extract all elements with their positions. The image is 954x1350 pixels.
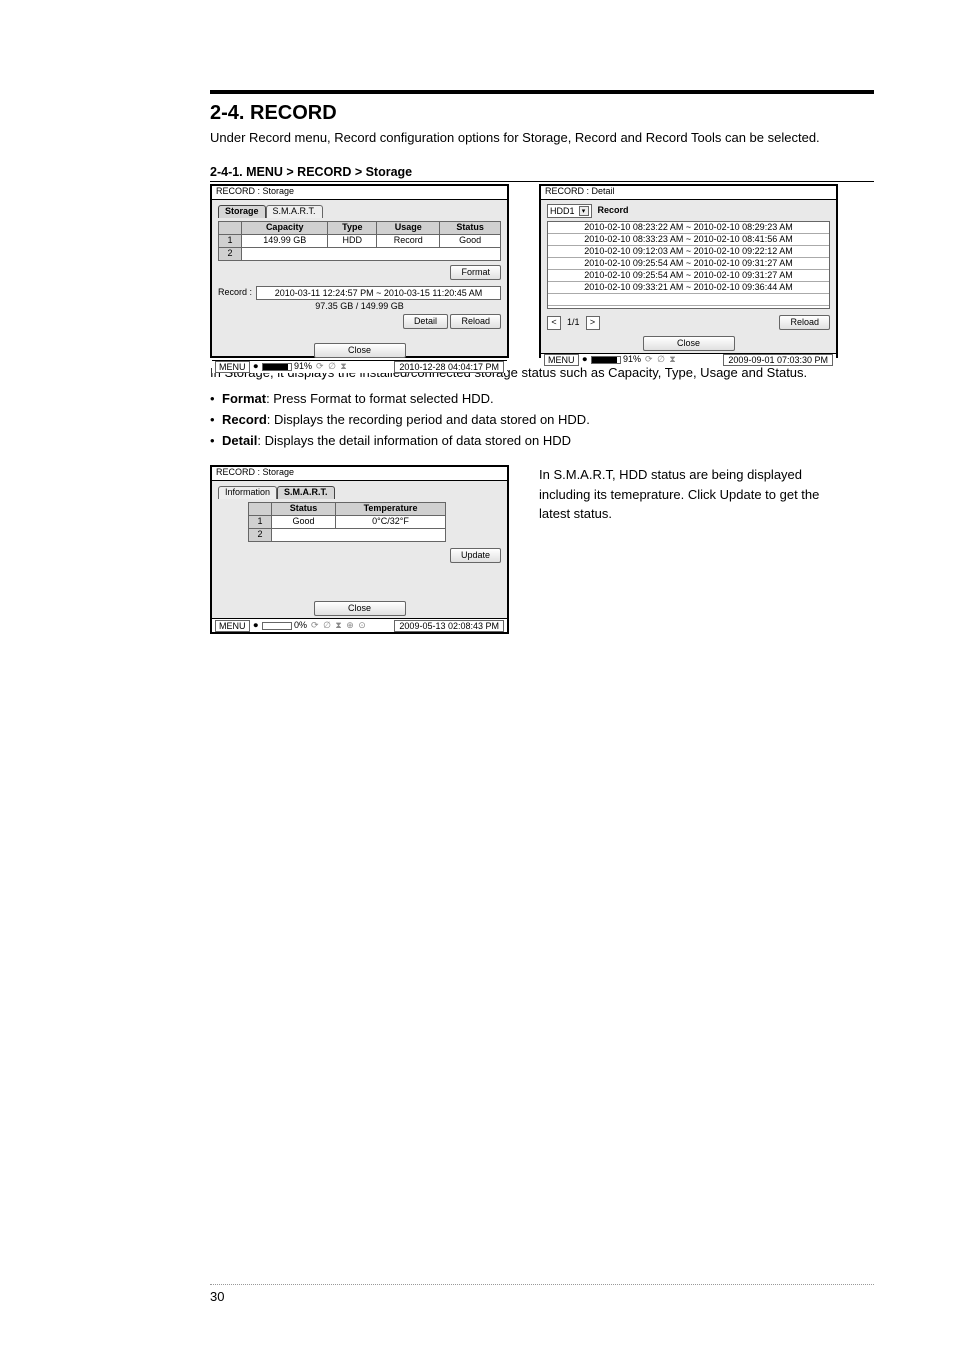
record-size: 97.35 GB / 149.99 GB	[218, 302, 501, 312]
format-button[interactable]: Format	[450, 265, 501, 280]
detail-button[interactable]: Detail	[403, 314, 448, 329]
table-row[interactable]: 1 Good 0°C/32°F	[249, 516, 446, 529]
table-row[interactable]: 2	[249, 529, 446, 542]
list-item[interactable]: 2010-02-10 08:23:22 AM ~ 2010-02-10 08:2…	[548, 222, 829, 234]
list-item: Record: Displays the recording period an…	[210, 410, 874, 431]
intro-text: Under Record menu, Record configuration …	[210, 129, 874, 147]
page-indicator: 1/1	[567, 318, 580, 328]
cell-empty	[242, 247, 501, 260]
status-time: 2009-09-01 07:03:30 PM	[723, 354, 833, 366]
status-icons: ⟳ ∅ ⧗ ⊕ ⊙	[311, 621, 367, 631]
col-usage: Usage	[377, 222, 440, 235]
pager-next-button[interactable]: >	[586, 316, 600, 330]
cell-status: Good	[440, 234, 501, 247]
list-item[interactable]: 2010-02-10 09:33:21 AM ~ 2010-02-10 09:3…	[548, 282, 829, 294]
menu-button[interactable]: MENU	[544, 354, 579, 366]
cell-rownum: 1	[219, 234, 242, 247]
status-time: 2009-05-13 02:08:43 PM	[394, 620, 504, 632]
cell-usage: Record	[377, 234, 440, 247]
cell-capacity: 149.99 GB	[242, 234, 328, 247]
dialog-title: RECORD : Storage	[212, 186, 507, 200]
close-button[interactable]: Close	[314, 601, 406, 616]
record-period-box: 2010-03-11 12:24:57 PM ~ 2010-03-15 11:2…	[256, 286, 501, 300]
sub-heading: 2-4-1. MENU > RECORD > Storage	[210, 165, 874, 182]
record-label: Record :	[218, 288, 252, 298]
dialog-storage: RECORD : Storage Storage S.M.A.R.T. Capa…	[210, 184, 509, 358]
reload-button[interactable]: Reload	[779, 315, 830, 330]
dialog-title: RECORD : Storage	[212, 467, 507, 481]
status-bar: MENU ⏺ 91% ⟳ ∅ ⧗ 2009-09-01 07:03:30 PM	[541, 353, 836, 366]
status-icons: ⟳ ∅ ⧗	[645, 355, 677, 365]
cell-rownum: 2	[219, 247, 242, 260]
status-bar: MENU ⏺ 0% ⟳ ∅ ⧗ ⊕ ⊙ 2009-05-13 02:08:43 …	[212, 618, 507, 632]
status-pct: 0%	[262, 621, 307, 631]
hdd-select[interactable]: HDD1 ▾	[547, 204, 592, 218]
tabs: Information S.M.A.R.T.	[218, 485, 501, 499]
list-item: Format: Press Format to format selected …	[210, 389, 874, 410]
status-bar: MENU ⏺ 91% ⟳ ∅ ⧗ 2010-12-28 04:04:17 PM	[212, 360, 507, 373]
menu-button[interactable]: MENU	[215, 361, 250, 373]
list-item	[548, 294, 829, 306]
col-status: Status	[272, 503, 336, 516]
record-detail-list: 2010-02-10 08:23:22 AM ~ 2010-02-10 08:2…	[547, 221, 830, 309]
menu-button[interactable]: MENU	[215, 620, 250, 632]
pager-prev-button[interactable]: <	[547, 316, 561, 330]
cell-status: Good	[272, 516, 336, 529]
tab-smart[interactable]: S.M.A.R.T.	[277, 486, 335, 499]
cell-rownum: 1	[249, 516, 272, 529]
close-button[interactable]: Close	[643, 336, 735, 351]
list-item[interactable]: 2010-02-10 08:33:23 AM ~ 2010-02-10 08:4…	[548, 234, 829, 246]
record-icon: ⏺	[254, 362, 259, 372]
table-row[interactable]: 2	[219, 247, 501, 260]
table-row[interactable]: 1 149.99 GB HDD Record Good	[219, 234, 501, 247]
col-status: Status	[440, 222, 501, 235]
col-type: Type	[328, 222, 377, 235]
list-item[interactable]: 2010-02-10 09:12:03 AM ~ 2010-02-10 09:2…	[548, 246, 829, 258]
dialog-smart: RECORD : Storage Information S.M.A.R.T. …	[210, 465, 509, 634]
tabs: Storage S.M.A.R.T.	[218, 204, 501, 218]
storage-table: Capacity Type Usage Status 1 149.99 GB H…	[218, 221, 501, 261]
status-time: 2010-12-28 04:04:17 PM	[394, 361, 504, 373]
tab-storage[interactable]: Storage	[218, 205, 266, 218]
tab-smart[interactable]: S.M.A.R.T.	[266, 205, 323, 218]
page-number: 30	[210, 1284, 874, 1304]
status-pct: 91%	[591, 355, 641, 365]
col-rownum	[219, 222, 242, 235]
list-item[interactable]: 2010-02-10 09:25:54 AM ~ 2010-02-10 09:3…	[548, 258, 829, 270]
col-rownum	[249, 503, 272, 516]
tab-information[interactable]: Information	[218, 486, 277, 499]
record-icon: ⏺	[254, 621, 259, 631]
dialog-title: RECORD : Detail	[541, 186, 836, 200]
section-title: 2-4. RECORD	[210, 102, 874, 125]
cell-temperature: 0°C/32°F	[335, 516, 445, 529]
smart-description: In S.M.A.R.T, HDD status are being displ…	[539, 465, 829, 524]
list-item: Detail: Displays the detail information …	[210, 431, 874, 452]
col-temperature: Temperature	[335, 503, 445, 516]
status-icons: ⟳ ∅ ⧗	[316, 362, 348, 372]
cell-empty	[272, 529, 446, 542]
dialog-detail: RECORD : Detail HDD1 ▾ Record 2010-02-10…	[539, 184, 838, 358]
record-icon: ⏺	[583, 355, 588, 365]
cell-type: HDD	[328, 234, 377, 247]
list-item[interactable]: 2010-02-10 09:25:54 AM ~ 2010-02-10 09:3…	[548, 270, 829, 282]
smart-table: Status Temperature 1 Good 0°C/32°F 2	[248, 502, 446, 542]
update-button[interactable]: Update	[450, 548, 501, 563]
record-column-label: Record	[598, 206, 629, 216]
chevron-down-icon: ▾	[579, 206, 589, 216]
col-capacity: Capacity	[242, 222, 328, 235]
status-pct: 91%	[262, 362, 312, 372]
reload-button[interactable]: Reload	[450, 314, 501, 329]
bullets: Format: Press Format to format selected …	[210, 389, 874, 451]
close-button[interactable]: Close	[314, 343, 406, 358]
cell-rownum: 2	[249, 529, 272, 542]
